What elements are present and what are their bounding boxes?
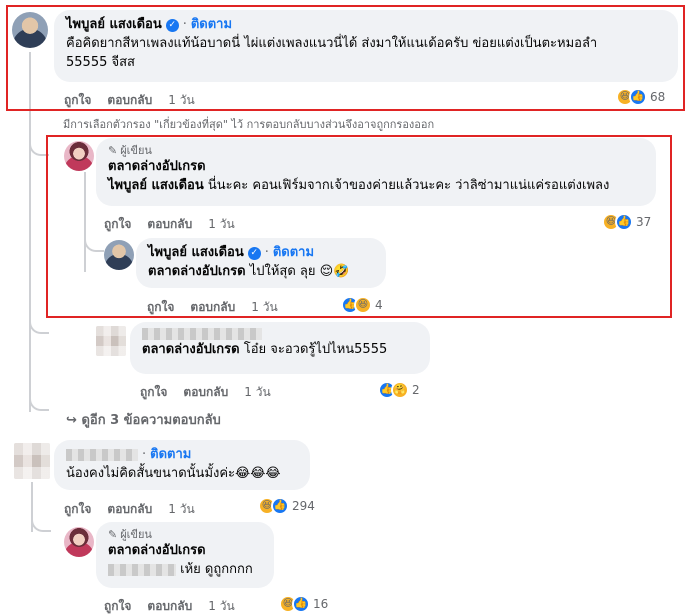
care-icon: 🤗 — [391, 381, 409, 399]
timestamp[interactable]: 1 วัน — [244, 383, 270, 402]
commenter-name[interactable]: ตลาดล่างอัปเกรด — [108, 542, 206, 560]
blurred-mention — [108, 563, 176, 576]
reply-button[interactable]: ตอบกลับ — [107, 500, 152, 519]
thread-curve-4 — [29, 395, 49, 411]
reply-text: ตลาดล่างอัปเกรด โอ๋ย จะอวดรู้ไปไหน5555 — [142, 342, 388, 357]
comment-actions: ถูกใจ ตอบกลับ 1 วัน — [104, 597, 235, 614]
comment-actions: ถูกใจ ตอบกลับ 1 วัน — [140, 383, 271, 402]
avatar[interactable] — [64, 527, 94, 557]
like-button[interactable]: ถูกใจ — [140, 383, 167, 402]
timestamp[interactable]: 1 วัน — [168, 500, 194, 519]
comment-text: น้องคงไม่คิดสั้นขนาดนั้นมั้งค่ะ😂😂😂 — [66, 466, 281, 481]
blurred-name — [66, 449, 138, 461]
reply-arrow-icon: ↪ — [66, 413, 77, 428]
comment-bubble: · ติดตาม น้องคงไม่คิดสั้นขนาดนั้นมั้งค่ะ… — [54, 440, 310, 490]
like-icon: 👍 — [292, 595, 310, 613]
reaction-count: 294 — [292, 499, 315, 513]
more-replies-link[interactable]: ↪ ดูอีก 3 ข้อความตอบกลับ — [66, 409, 221, 430]
comment-actions: ถูกใจ ตอบกลับ 1 วัน — [64, 500, 195, 519]
like-button[interactable]: ถูกใจ — [104, 597, 131, 614]
highlight-box — [46, 135, 672, 318]
timestamp[interactable]: 1 วัน — [208, 597, 234, 614]
reaction-summary[interactable]: 😆 👍 294 — [258, 497, 315, 515]
author-badge: ✎ ผู้เขียน — [108, 528, 152, 541]
mention-tag[interactable]: ตลาดล่างอัปเกรด — [142, 342, 240, 357]
reply-text: เห้ย ดูถูกกกก — [108, 560, 262, 579]
blurred-name — [142, 328, 262, 340]
like-button[interactable]: ถูกใจ — [64, 500, 91, 519]
avatar[interactable] — [96, 326, 126, 356]
reply-button[interactable]: ตอบกลับ — [183, 383, 228, 402]
reaction-count: 2 — [412, 383, 420, 397]
reaction-summary[interactable]: 👍 🤗 2 — [378, 381, 420, 399]
avatar[interactable] — [14, 443, 50, 479]
thread-curve-3 — [29, 318, 49, 334]
thread-curve-5 — [31, 516, 51, 532]
follow-link[interactable]: ติดตาม — [150, 446, 191, 464]
reply-bubble: ✎ ผู้เขียน ตลาดล่างอัปเกรด เห้ย ดูถูกกกก — [96, 522, 274, 588]
reply-bubble: ตลาดล่างอัปเกรด โอ๋ย จะอวดรู้ไปไหน5555 — [130, 322, 430, 374]
reaction-summary[interactable]: 😆 👍 16 — [279, 595, 328, 613]
filter-note: มีการเลือกตัวกรอง "เกี่ยวข้องที่สุด" ไว้… — [63, 118, 435, 131]
pencil-icon: ✎ — [108, 528, 118, 541]
highlight-box — [6, 5, 685, 111]
like-icon: 👍 — [271, 497, 289, 515]
reply-button[interactable]: ตอบกลับ — [147, 597, 192, 614]
reaction-count: 16 — [313, 597, 329, 611]
